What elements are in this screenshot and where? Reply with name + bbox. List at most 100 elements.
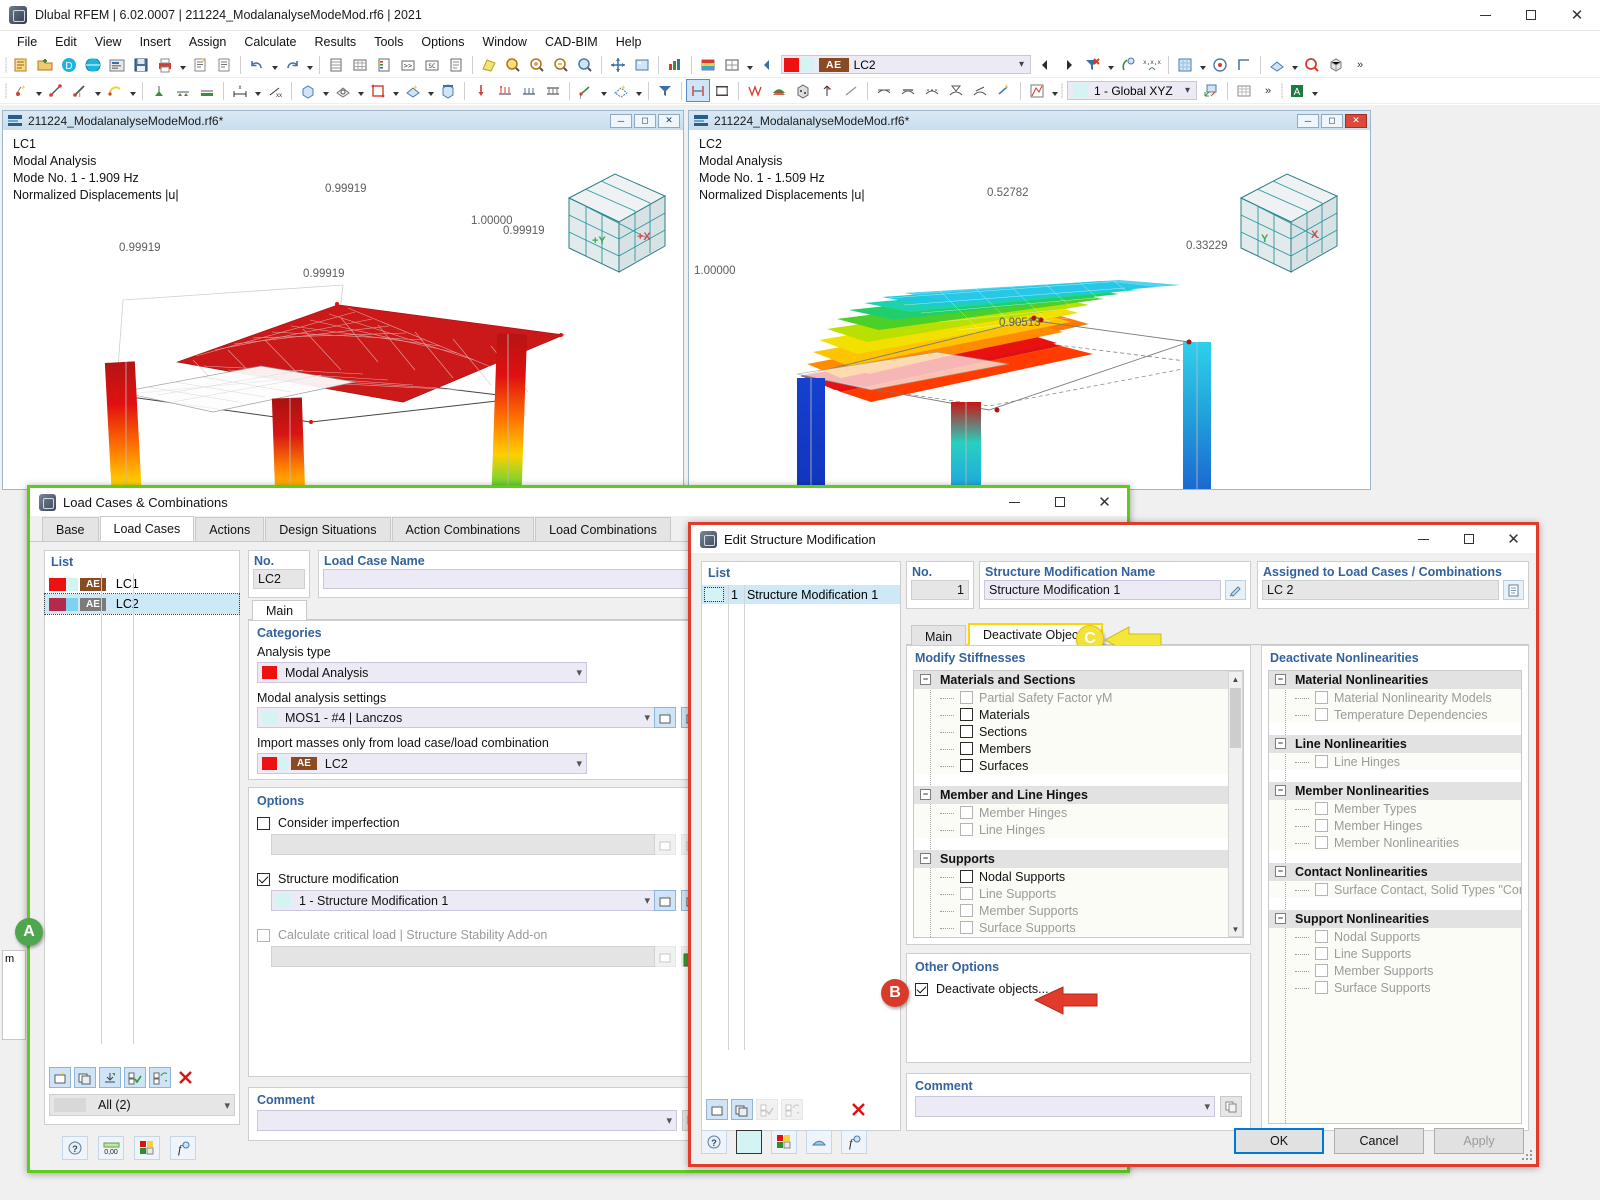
toolbar1-overflow[interactable]: » <box>1348 53 1372 76</box>
color-spectrum-icon[interactable] <box>767 79 791 102</box>
import-masses-chevron-icon[interactable]: ▾ <box>576 757 582 770</box>
consider-imperfection-row[interactable]: Consider imperfection <box>249 812 712 834</box>
filter-clear-icon[interactable] <box>1081 53 1105 76</box>
solid-render-icon[interactable] <box>791 79 815 102</box>
consider-imperfection-checkbox[interactable] <box>257 817 270 830</box>
collapse-icon-support-nonlin[interactable]: − <box>1275 913 1286 924</box>
scroll-up-icon[interactable]: ▲ <box>1229 672 1242 686</box>
support-reactions-4-icon[interactable] <box>944 79 968 102</box>
table-grid-icon[interactable] <box>348 53 372 76</box>
new-node-icon[interactable] <box>9 79 33 102</box>
legend-dropdown-arrow[interactable] <box>1049 79 1060 102</box>
structure-mod-name-input[interactable]: Structure Modification 1 <box>984 580 1221 600</box>
sections-checkbox[interactable] <box>960 725 973 738</box>
assigned-list-button[interactable] <box>1503 580 1524 600</box>
structure-modification-checkbox[interactable] <box>257 873 270 886</box>
modal-settings-combo[interactable]: MOS1 - #4 | Lanczos ▾ <box>257 707 655 728</box>
deformation-icon[interactable] <box>686 79 710 102</box>
new-member-icon[interactable]: I <box>68 79 92 102</box>
cancel-button[interactable]: Cancel <box>1334 1128 1424 1154</box>
line-support-icon[interactable] <box>171 79 195 102</box>
view-filter-icon[interactable] <box>653 79 677 102</box>
tab-base[interactable]: Base <box>42 517 99 541</box>
grid-table-icon[interactable] <box>1232 79 1256 102</box>
menu-item-file[interactable]: File <box>8 33 46 51</box>
ortho-icon[interactable] <box>1232 53 1256 76</box>
support-reactions-5-icon[interactable] <box>968 79 992 102</box>
globe-icon[interactable] <box>81 53 105 76</box>
mesh-dropdown-arrow[interactable] <box>633 79 644 102</box>
group-contact-nonlinearities[interactable]: − Contact Nonlinearities <box>1269 863 1521 881</box>
help-icon[interactable]: ? <box>62 1136 88 1160</box>
materials-checkbox[interactable] <box>960 708 973 721</box>
modify-stiffnesses-scrollbar[interactable]: ▲ ▼ <box>1228 671 1243 937</box>
dimension-dropdown-arrow[interactable] <box>252 79 263 102</box>
save-icon[interactable] <box>129 53 153 76</box>
lc-prev-button[interactable] <box>1033 53 1057 76</box>
invert-selection-button[interactable] <box>149 1067 171 1088</box>
nodal-load-icon[interactable] <box>469 79 493 102</box>
viewport-lc2-canvas[interactable]: LC2 Modal Analysis Mode No. 1 - 1.509 Hz… <box>689 130 1370 489</box>
filter-chevron-down-icon[interactable]: ▾ <box>224 1099 230 1112</box>
zoom-window-icon[interactable] <box>525 53 549 76</box>
line-load-icon[interactable] <box>493 79 517 102</box>
structure-mod-list-item-1[interactable]: 1 Structure Modification 1 <box>702 585 900 604</box>
table-colored-icon[interactable] <box>372 53 396 76</box>
grid-dropdown-arrow[interactable] <box>1197 53 1208 76</box>
load-cases-close-button[interactable]: ✕ <box>1082 488 1127 516</box>
window-minimize-button[interactable] <box>1462 0 1508 31</box>
copy-structure-mod-button[interactable] <box>731 1099 753 1120</box>
coordinate-system-combo[interactable]: 1 - Global XYZ ▾ <box>1067 81 1197 100</box>
structure-mod-maximize-button[interactable] <box>1446 525 1491 553</box>
surface-dropdown-arrow[interactable] <box>127 79 138 102</box>
checkbox-row-sections[interactable]: Sections <box>914 723 1243 740</box>
modify-icon[interactable]: I <box>574 79 598 102</box>
nodal-support-icon[interactable] <box>147 79 171 102</box>
structure-mod-tab-main[interactable]: Main <box>911 625 966 647</box>
modify-dropdown-arrow[interactable] <box>598 79 609 102</box>
script-icon[interactable]: SC <box>420 53 444 76</box>
scroll-down-icon[interactable]: ▼ <box>1229 922 1242 936</box>
load-cases-minimize-button[interactable] <box>992 488 1037 516</box>
cs-edit-icon[interactable] <box>1199 79 1223 102</box>
open-file-icon[interactable] <box>33 53 57 76</box>
block-icon[interactable] <box>436 79 460 102</box>
cloud-icon[interactable]: D <box>57 53 81 76</box>
structure-mod-formula-icon[interactable]: f <box>841 1130 867 1154</box>
member-set-dropdown-arrow[interactable] <box>425 79 436 102</box>
structure-modification-combo[interactable]: 1 - Structure Modification 1 ▾ <box>271 890 655 911</box>
collapse-icon-supports[interactable]: − <box>920 853 931 864</box>
toolbar2-grip-2[interactable] <box>1060 82 1065 100</box>
structure-mod-help-icon[interactable]: ? <box>701 1130 727 1154</box>
checkbox-row-members[interactable]: Members <box>914 740 1243 757</box>
menu-item-insert[interactable]: Insert <box>131 33 180 51</box>
window-close-button[interactable]: ✕ <box>1554 0 1600 31</box>
group-support-nonlinearities[interactable]: − Support Nonlinearities <box>1269 910 1521 928</box>
support-reactions-2-icon[interactable] <box>896 79 920 102</box>
viewport-lc1-maximize[interactable]: ◻ <box>634 114 656 128</box>
print-icon[interactable] <box>153 53 177 76</box>
load-cases-comment-input[interactable]: ▾ <box>257 1110 677 1131</box>
surfaces-checkbox[interactable] <box>960 759 973 772</box>
results-new-icon[interactable] <box>992 79 1016 102</box>
menu-item-calculate[interactable]: Calculate <box>235 33 305 51</box>
structure-mod-color-swatch-button[interactable] <box>736 1130 762 1154</box>
diagram-icon[interactable] <box>743 79 767 102</box>
model-info-icon[interactable] <box>105 53 129 76</box>
table-list-icon[interactable] <box>324 53 348 76</box>
support-reactions-3-icon[interactable] <box>920 79 944 102</box>
lc-next-button[interactable] <box>1057 53 1081 76</box>
toolbar2-overflow[interactable]: » <box>1256 79 1280 102</box>
group-line-nonlinearities[interactable]: − Line Nonlinearities <box>1269 735 1521 753</box>
menu-item-edit[interactable]: Edit <box>46 33 86 51</box>
structure-mod-comment-chevron-icon[interactable]: ▾ <box>1204 1100 1210 1113</box>
viewport-lc1-canvas[interactable]: LC1 Modal Analysis Mode No. 1 - 1.909 Hz… <box>3 130 683 489</box>
filter-dropdown-arrow[interactable] <box>1105 53 1116 76</box>
line-result-icon[interactable] <box>839 79 863 102</box>
redo-dropdown-arrow[interactable] <box>304 53 315 76</box>
printout-report-icon[interactable] <box>188 53 212 76</box>
load-case-combo[interactable]: AE LC2 ▾ <box>781 55 1031 74</box>
visibility-icon[interactable] <box>1116 53 1140 76</box>
menu-item-view[interactable]: View <box>86 33 131 51</box>
deactivate-objects-checkbox[interactable] <box>915 983 928 996</box>
